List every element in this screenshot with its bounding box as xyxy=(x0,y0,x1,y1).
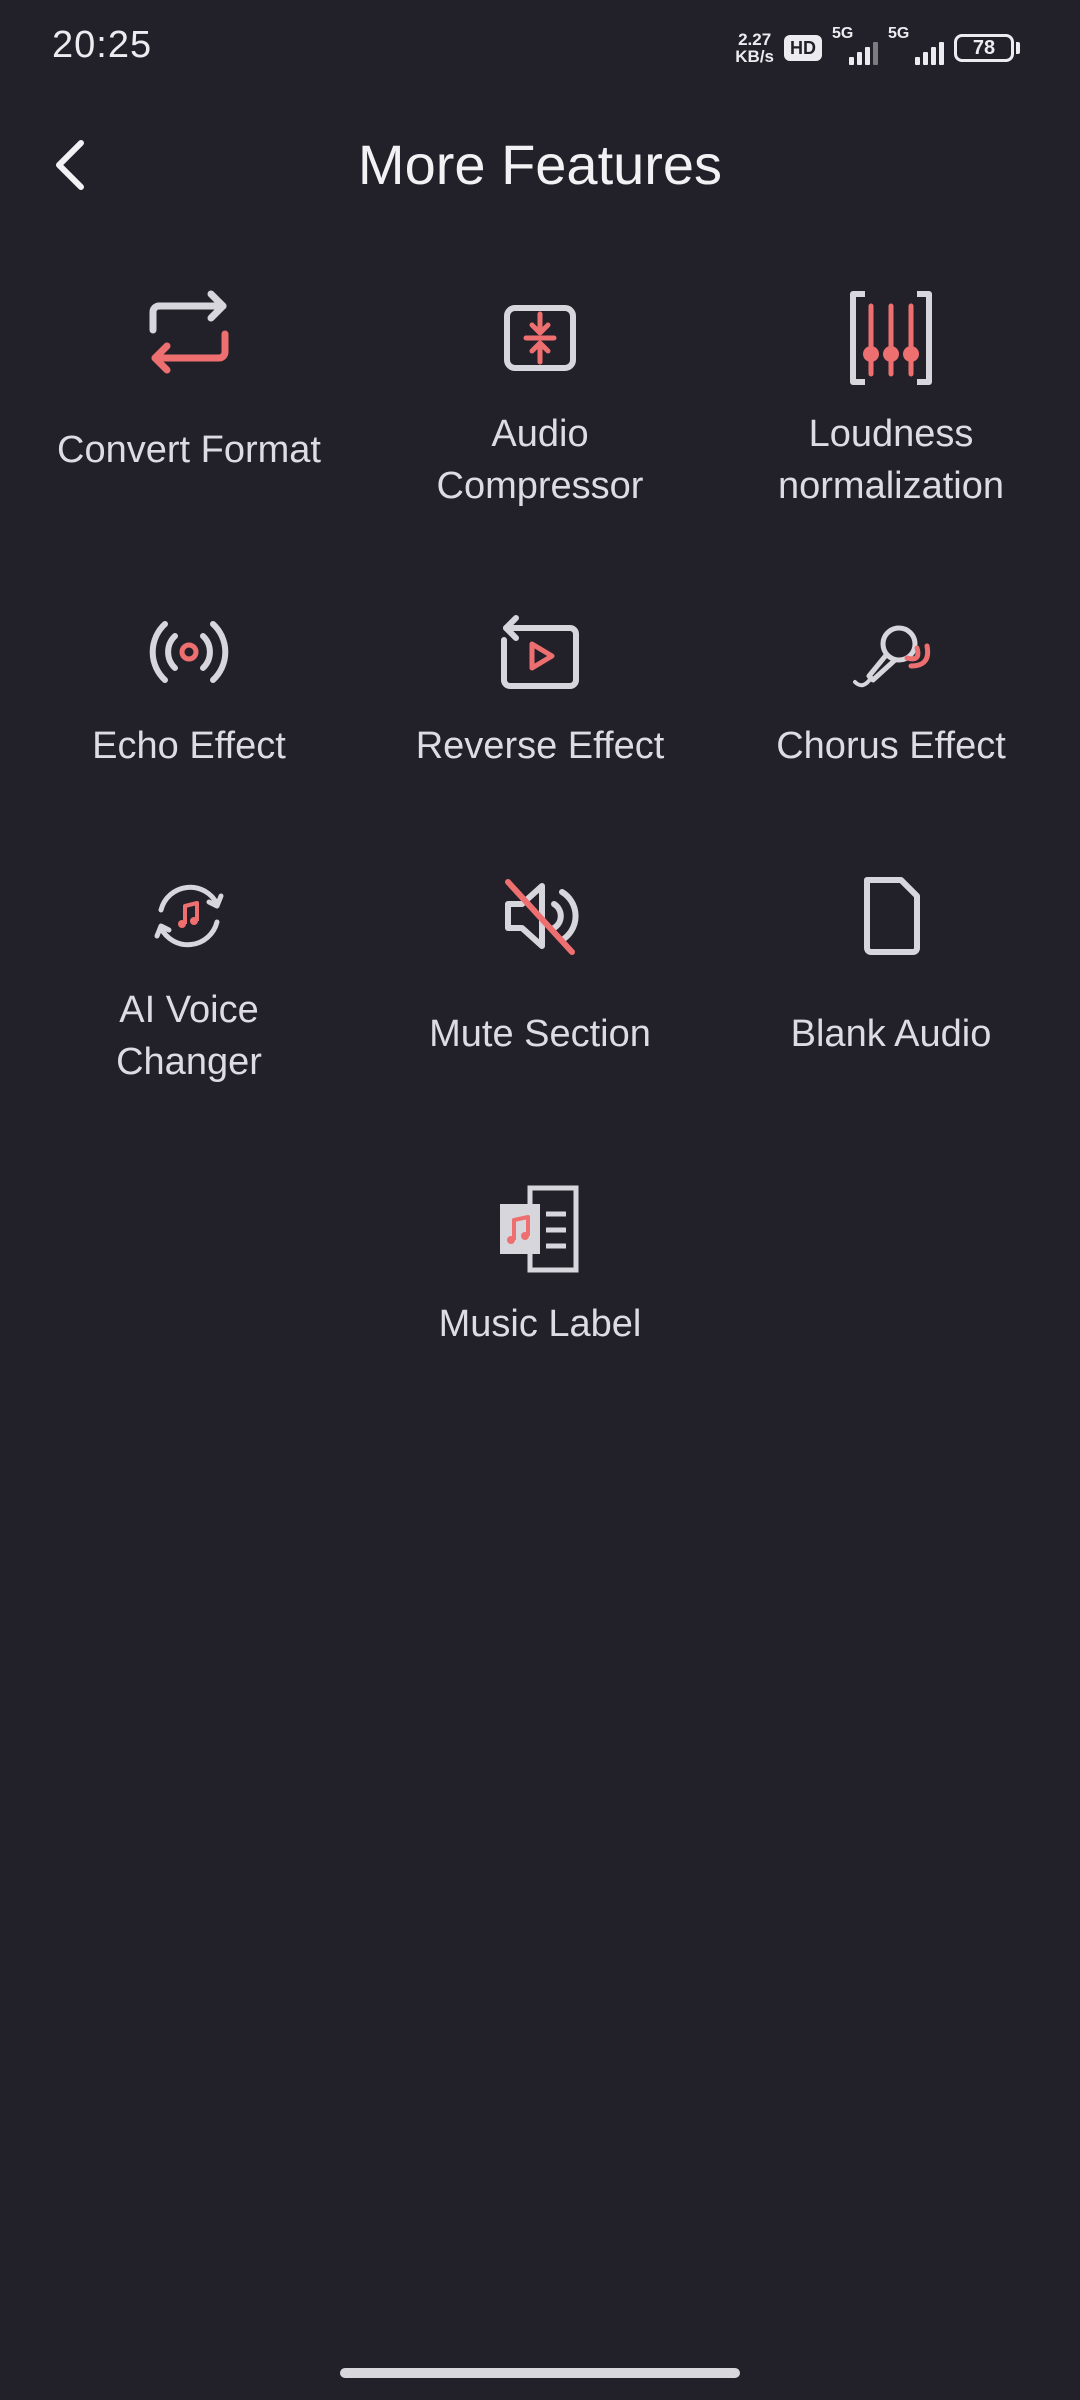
network-speed-value: 2.27 xyxy=(738,30,772,49)
feature-label: Mute Section xyxy=(429,1013,651,1055)
feature-label: Audio Compressor xyxy=(436,413,644,507)
echo-icon xyxy=(139,602,239,702)
feature-convert-format[interactable]: Convert Format xyxy=(24,282,354,476)
audio-compressor-icon xyxy=(490,290,590,390)
feature-music-label[interactable]: Music Label xyxy=(375,1180,705,1350)
feature-label: Reverse Effect xyxy=(415,725,665,767)
microphone-icon xyxy=(841,602,941,702)
feature-audio-compressor[interactable]: Audio Compressor xyxy=(375,290,705,512)
feature-loudness-normalization[interactable]: Loudness normalization xyxy=(726,290,1056,512)
feature-label: Loudness normalization xyxy=(778,413,1004,507)
home-indicator[interactable] xyxy=(340,2368,740,2378)
feature-label: Music Label xyxy=(438,1303,642,1345)
status-icons: 2.27 KB/s HD 5G 5G 78 xyxy=(735,25,1020,70)
feature-echo-effect[interactable]: Echo Effect xyxy=(24,602,354,772)
convert-format-icon xyxy=(139,282,239,382)
page-title: More Features xyxy=(357,133,723,196)
header: More Features xyxy=(0,110,1080,220)
feature-ai-voice-changer[interactable]: AI Voice Changer xyxy=(24,866,354,1088)
screen: 20:25 2.27 KB/s HD 5G 5G 78 More Feature… xyxy=(0,0,1080,2400)
network-speed-unit: KB/s xyxy=(735,47,774,66)
network-speed: 2.27 KB/s xyxy=(735,31,774,65)
battery-level: 78 xyxy=(954,34,1014,62)
music-label-icon xyxy=(490,1180,590,1280)
loudness-icon xyxy=(841,290,941,390)
feature-label: Blank Audio xyxy=(790,1013,992,1055)
signal-label: 5G xyxy=(832,25,854,42)
feature-reverse-effect[interactable]: Reverse Effect xyxy=(375,602,705,772)
mute-icon xyxy=(490,866,590,966)
hd-badge: HD xyxy=(784,35,822,61)
feature-label: Convert Format xyxy=(57,429,321,471)
reverse-icon xyxy=(490,602,590,702)
feature-label: AI Voice Changer xyxy=(116,989,262,1083)
signal-icon: 5G xyxy=(832,25,878,65)
feature-blank-audio[interactable]: Blank Audio xyxy=(726,866,1056,1060)
battery-icon: 78 xyxy=(954,34,1020,62)
feature-label: Chorus Effect xyxy=(776,725,1006,767)
feature-chorus-effect[interactable]: Chorus Effect xyxy=(726,602,1056,772)
status-time: 20:25 xyxy=(52,24,153,66)
signal-label: 5G xyxy=(888,25,910,42)
feature-label: Echo Effect xyxy=(92,725,286,767)
feature-mute-section[interactable]: Mute Section xyxy=(375,866,705,1060)
voice-changer-icon xyxy=(139,866,239,966)
status-bar: 20:25 2.27 KB/s HD 5G 5G 78 xyxy=(0,0,1080,96)
blank-file-icon xyxy=(841,866,941,966)
signal-icon: 5G xyxy=(888,25,944,65)
